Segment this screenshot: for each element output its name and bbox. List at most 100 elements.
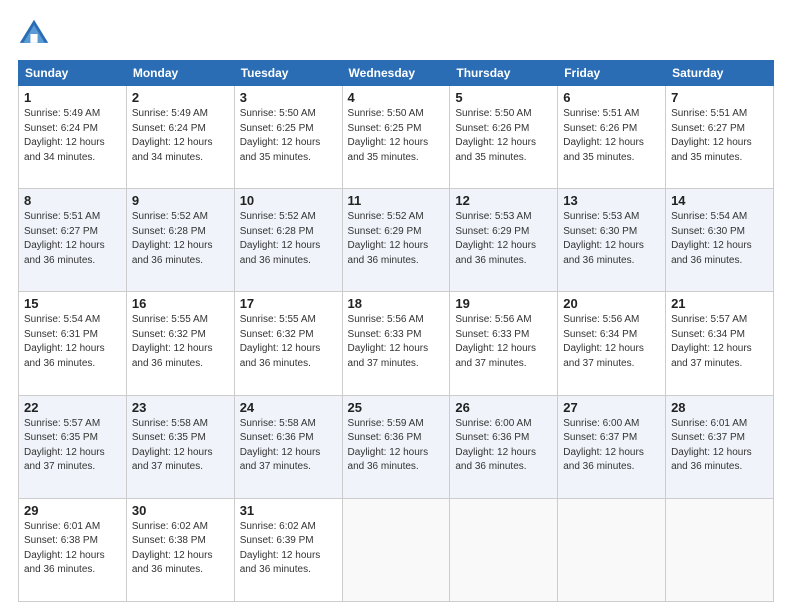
calendar-week-row: 22Sunrise: 5:57 AMSunset: 6:35 PMDayligh… bbox=[19, 395, 774, 498]
page: SundayMondayTuesdayWednesdayThursdayFrid… bbox=[0, 0, 792, 612]
day-number: 6 bbox=[563, 90, 660, 105]
day-info: Sunrise: 6:02 AMSunset: 6:39 PMDaylight:… bbox=[240, 520, 337, 578]
day-number: 14 bbox=[671, 193, 768, 208]
day-info: Sunrise: 5:54 AMSunset: 6:30 PMDaylight:… bbox=[671, 210, 768, 268]
day-number: 2 bbox=[132, 90, 229, 105]
calendar-week-row: 1Sunrise: 5:49 AMSunset: 6:24 PMDaylight… bbox=[19, 86, 774, 189]
calendar-cell: 21 Sunrise: 5:57 AMSunset: 6:34 PMDayligh… bbox=[666, 292, 774, 395]
calendar-cell: 4 Sunrise: 5:50 AMSunset: 6:25 PMDaylight… bbox=[342, 86, 450, 189]
header bbox=[18, 18, 774, 50]
col-header-wednesday: Wednesday bbox=[342, 61, 450, 86]
day-info: Sunrise: 5:49 AMSunset: 6:24 PMDaylight:… bbox=[24, 107, 121, 165]
day-info: Sunrise: 5:56 AMSunset: 6:33 PMDaylight:… bbox=[348, 313, 445, 371]
calendar-week-row: 29Sunrise: 6:01 AMSunset: 6:38 PMDayligh… bbox=[19, 498, 774, 601]
calendar-cell bbox=[450, 498, 558, 601]
col-header-monday: Monday bbox=[126, 61, 234, 86]
day-number: 18 bbox=[348, 296, 445, 311]
day-number: 4 bbox=[348, 90, 445, 105]
calendar-cell: 2 Sunrise: 5:49 AMSunset: 6:24 PMDaylight… bbox=[126, 86, 234, 189]
day-number: 30 bbox=[132, 503, 229, 518]
day-number: 23 bbox=[132, 400, 229, 415]
day-info: Sunrise: 6:00 AMSunset: 6:36 PMDaylight:… bbox=[455, 417, 552, 475]
calendar-cell: 7 Sunrise: 5:51 AMSunset: 6:27 PMDaylight… bbox=[666, 86, 774, 189]
calendar-cell: 29Sunrise: 6:01 AMSunset: 6:38 PMDayligh… bbox=[19, 498, 127, 601]
calendar-cell: 13 Sunrise: 5:53 AMSunset: 6:30 PMDayligh… bbox=[558, 189, 666, 292]
day-info: Sunrise: 5:55 AMSunset: 6:32 PMDaylight:… bbox=[240, 313, 337, 371]
day-info: Sunrise: 5:49 AMSunset: 6:24 PMDaylight:… bbox=[132, 107, 229, 165]
day-number: 21 bbox=[671, 296, 768, 311]
logo-icon bbox=[18, 18, 50, 50]
calendar-cell: 23 Sunrise: 5:58 AMSunset: 6:35 PMDayligh… bbox=[126, 395, 234, 498]
calendar-cell: 30 Sunrise: 6:02 AMSunset: 6:38 PMDayligh… bbox=[126, 498, 234, 601]
day-number: 15 bbox=[24, 296, 121, 311]
calendar-cell: 28 Sunrise: 6:01 AMSunset: 6:37 PMDayligh… bbox=[666, 395, 774, 498]
day-info: Sunrise: 5:52 AMSunset: 6:28 PMDaylight:… bbox=[132, 210, 229, 268]
day-info: Sunrise: 5:57 AMSunset: 6:34 PMDaylight:… bbox=[671, 313, 768, 371]
day-number: 20 bbox=[563, 296, 660, 311]
calendar-week-row: 8 Sunrise: 5:51 AMSunset: 6:27 PMDaylight… bbox=[19, 189, 774, 292]
day-number: 16 bbox=[132, 296, 229, 311]
day-info: Sunrise: 5:57 AMSunset: 6:35 PMDaylight:… bbox=[24, 417, 121, 475]
calendar-cell: 11Sunrise: 5:52 AMSunset: 6:29 PMDayligh… bbox=[342, 189, 450, 292]
day-info: Sunrise: 5:53 AMSunset: 6:29 PMDaylight:… bbox=[455, 210, 552, 268]
calendar-cell: 17 Sunrise: 5:55 AMSunset: 6:32 PMDayligh… bbox=[234, 292, 342, 395]
day-info: Sunrise: 5:54 AMSunset: 6:31 PMDaylight:… bbox=[24, 313, 121, 371]
day-info: Sunrise: 5:59 AMSunset: 6:36 PMDaylight:… bbox=[348, 417, 445, 475]
day-number: 25 bbox=[348, 400, 445, 415]
day-number: 12 bbox=[455, 193, 552, 208]
day-number: 28 bbox=[671, 400, 768, 415]
calendar-cell: 3Sunrise: 5:50 AMSunset: 6:25 PMDaylight… bbox=[234, 86, 342, 189]
calendar-cell bbox=[558, 498, 666, 601]
day-number: 5 bbox=[455, 90, 552, 105]
calendar-header-row: SundayMondayTuesdayWednesdayThursdayFrid… bbox=[19, 61, 774, 86]
day-info: Sunrise: 5:51 AMSunset: 6:26 PMDaylight:… bbox=[563, 107, 660, 165]
day-number: 8 bbox=[24, 193, 121, 208]
day-info: Sunrise: 6:01 AMSunset: 6:37 PMDaylight:… bbox=[671, 417, 768, 475]
day-info: Sunrise: 6:01 AMSunset: 6:38 PMDaylight:… bbox=[24, 520, 121, 578]
calendar-cell: 16 Sunrise: 5:55 AMSunset: 6:32 PMDayligh… bbox=[126, 292, 234, 395]
day-number: 17 bbox=[240, 296, 337, 311]
calendar-cell: 6 Sunrise: 5:51 AMSunset: 6:26 PMDaylight… bbox=[558, 86, 666, 189]
day-info: Sunrise: 5:56 AMSunset: 6:33 PMDaylight:… bbox=[455, 313, 552, 371]
day-number: 9 bbox=[132, 193, 229, 208]
day-info: Sunrise: 5:50 AMSunset: 6:25 PMDaylight:… bbox=[240, 107, 337, 165]
day-number: 7 bbox=[671, 90, 768, 105]
calendar-cell: 24Sunrise: 5:58 AMSunset: 6:36 PMDayligh… bbox=[234, 395, 342, 498]
calendar-cell: 9 Sunrise: 5:52 AMSunset: 6:28 PMDaylight… bbox=[126, 189, 234, 292]
day-number: 27 bbox=[563, 400, 660, 415]
day-info: Sunrise: 5:58 AMSunset: 6:35 PMDaylight:… bbox=[132, 417, 229, 475]
calendar-cell: 8 Sunrise: 5:51 AMSunset: 6:27 PMDaylight… bbox=[19, 189, 127, 292]
day-info: Sunrise: 5:50 AMSunset: 6:25 PMDaylight:… bbox=[348, 107, 445, 165]
day-info: Sunrise: 5:51 AMSunset: 6:27 PMDaylight:… bbox=[671, 107, 768, 165]
col-header-saturday: Saturday bbox=[666, 61, 774, 86]
calendar-cell: 19 Sunrise: 5:56 AMSunset: 6:33 PMDayligh… bbox=[450, 292, 558, 395]
day-info: Sunrise: 5:52 AMSunset: 6:28 PMDaylight:… bbox=[240, 210, 337, 268]
day-number: 10 bbox=[240, 193, 337, 208]
calendar-cell bbox=[666, 498, 774, 601]
calendar-cell: 18 Sunrise: 5:56 AMSunset: 6:33 PMDayligh… bbox=[342, 292, 450, 395]
day-info: Sunrise: 5:58 AMSunset: 6:36 PMDaylight:… bbox=[240, 417, 337, 475]
day-info: Sunrise: 6:02 AMSunset: 6:38 PMDaylight:… bbox=[132, 520, 229, 578]
calendar-cell: 5 Sunrise: 5:50 AMSunset: 6:26 PMDaylight… bbox=[450, 86, 558, 189]
logo bbox=[18, 18, 56, 50]
calendar-cell: 14 Sunrise: 5:54 AMSunset: 6:30 PMDayligh… bbox=[666, 189, 774, 292]
calendar-cell: 10 Sunrise: 5:52 AMSunset: 6:28 PMDayligh… bbox=[234, 189, 342, 292]
day-number: 11 bbox=[348, 193, 445, 208]
day-info: Sunrise: 5:55 AMSunset: 6:32 PMDaylight:… bbox=[132, 313, 229, 371]
day-info: Sunrise: 5:53 AMSunset: 6:30 PMDaylight:… bbox=[563, 210, 660, 268]
day-info: Sunrise: 5:50 AMSunset: 6:26 PMDaylight:… bbox=[455, 107, 552, 165]
day-number: 19 bbox=[455, 296, 552, 311]
calendar-cell: 25 Sunrise: 5:59 AMSunset: 6:36 PMDayligh… bbox=[342, 395, 450, 498]
col-header-sunday: Sunday bbox=[19, 61, 127, 86]
calendar-cell: 12 Sunrise: 5:53 AMSunset: 6:29 PMDayligh… bbox=[450, 189, 558, 292]
calendar-cell: 20Sunrise: 5:56 AMSunset: 6:34 PMDayligh… bbox=[558, 292, 666, 395]
calendar-cell: 26 Sunrise: 6:00 AMSunset: 6:36 PMDayligh… bbox=[450, 395, 558, 498]
calendar-table: SundayMondayTuesdayWednesdayThursdayFrid… bbox=[18, 60, 774, 602]
day-info: Sunrise: 6:00 AMSunset: 6:37 PMDaylight:… bbox=[563, 417, 660, 475]
day-number: 26 bbox=[455, 400, 552, 415]
day-number: 13 bbox=[563, 193, 660, 208]
calendar-cell bbox=[342, 498, 450, 601]
col-header-thursday: Thursday bbox=[450, 61, 558, 86]
calendar-cell: 22Sunrise: 5:57 AMSunset: 6:35 PMDayligh… bbox=[19, 395, 127, 498]
day-info: Sunrise: 5:51 AMSunset: 6:27 PMDaylight:… bbox=[24, 210, 121, 268]
